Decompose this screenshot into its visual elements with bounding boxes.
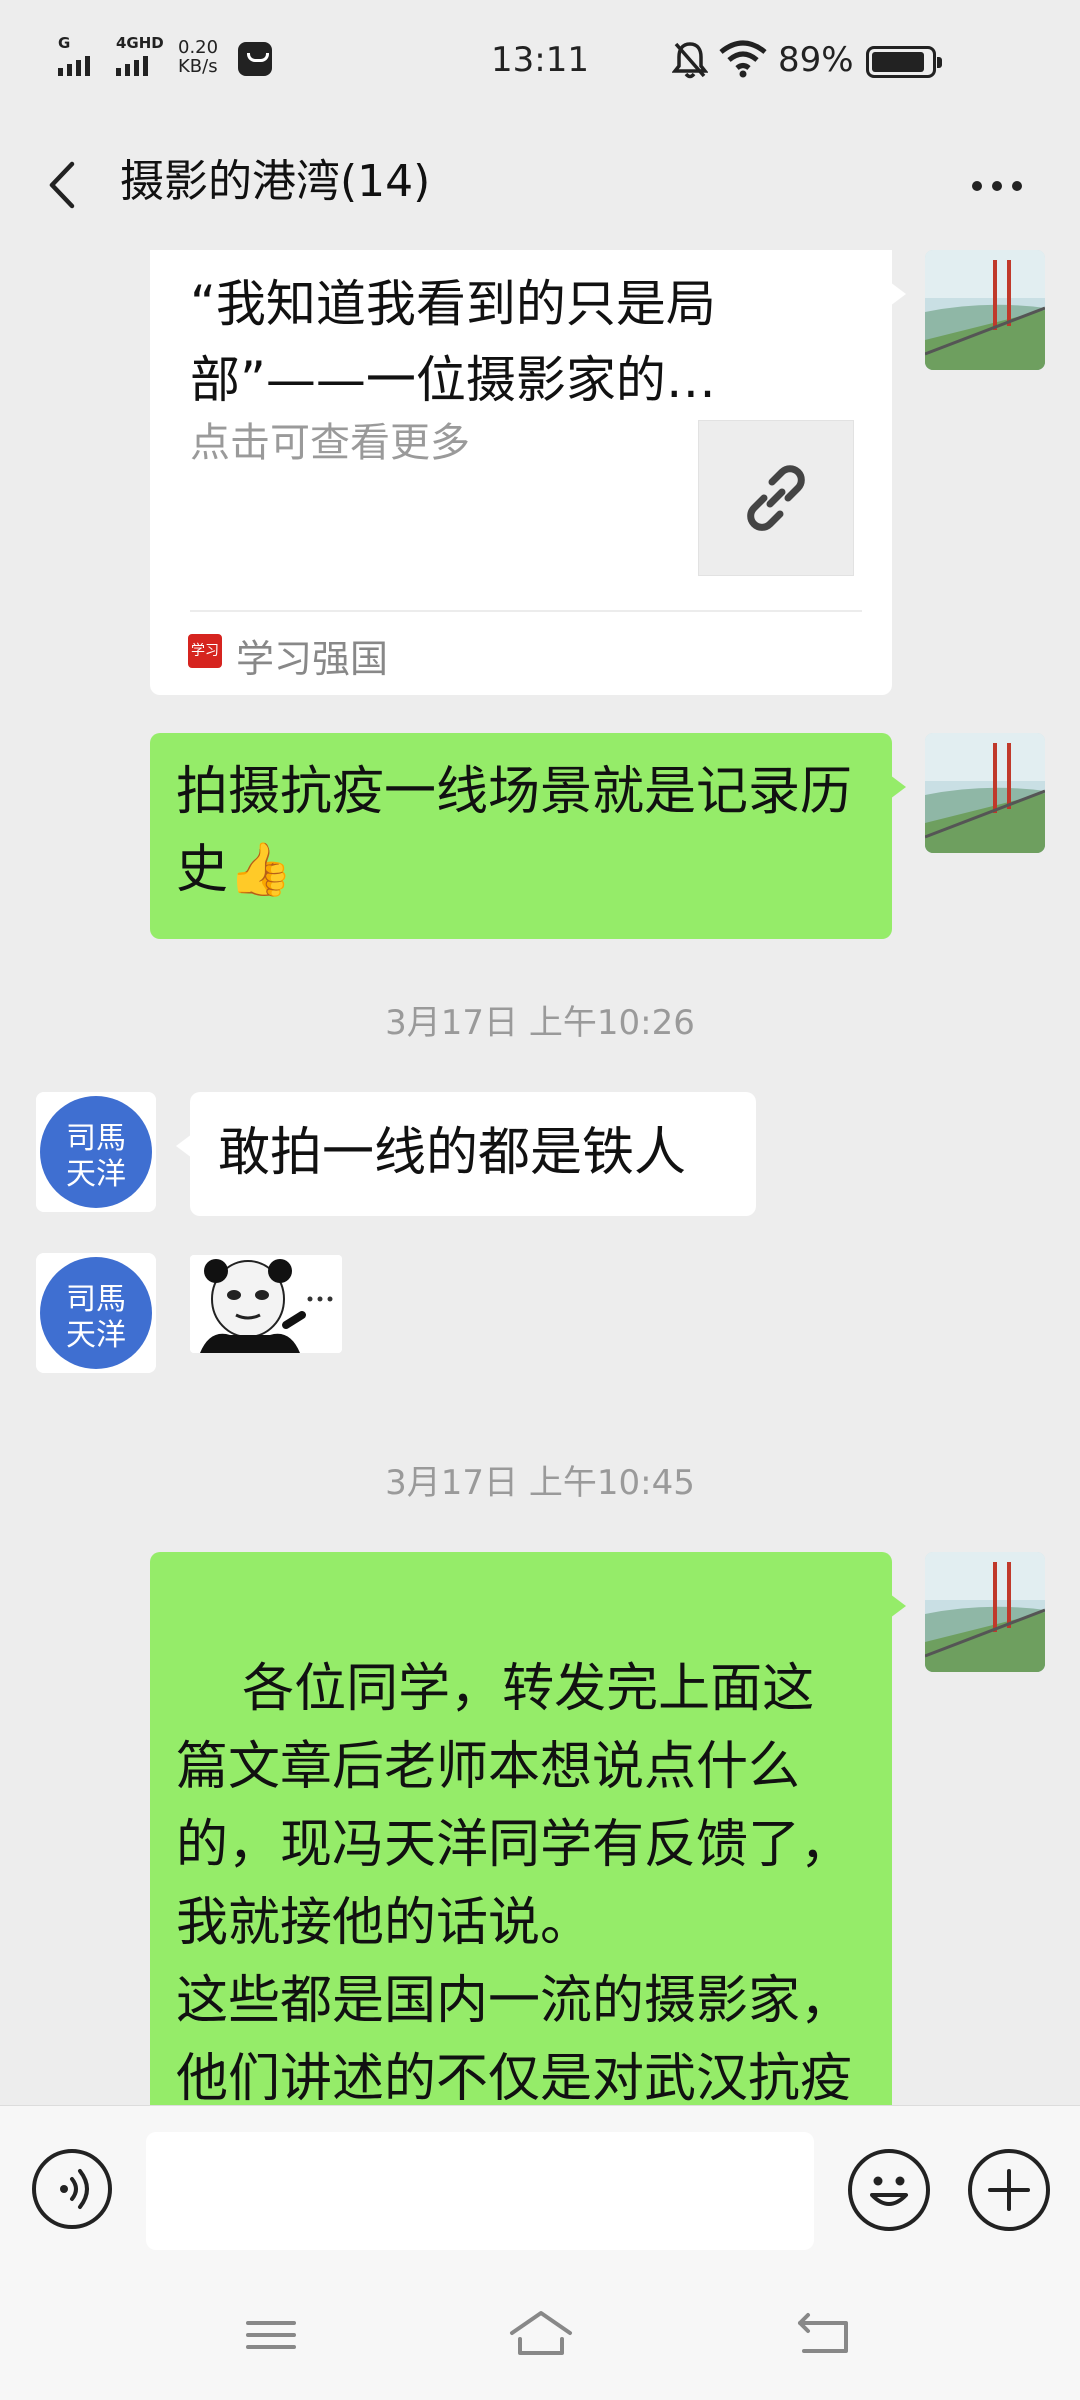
- user-avatar-seal: 司馬 天洋: [36, 1092, 156, 1212]
- message-text: 拍摄抗疫一线场景就是记录历史👍: [176, 762, 853, 900]
- link-card-description: 点击可查看更多: [190, 420, 470, 466]
- battery-percent: 89%: [778, 40, 854, 80]
- link-card-thumbnail: [698, 420, 854, 576]
- user-avatar-seal: 司馬 天洋: [36, 1253, 156, 1373]
- panda-meme-sticker: [190, 1255, 342, 1353]
- chevron-left-icon[interactable]: [40, 156, 90, 214]
- avatar-text-bottom: 天洋: [66, 1318, 126, 1353]
- message-text: 各位同学，转发完上面这篇文章后老师本想说点什么的，现冯天洋同学有反馈了，我就接他…: [176, 1659, 853, 2105]
- message-input[interactable]: [146, 2132, 814, 2250]
- avatar-self[interactable]: [925, 250, 1045, 370]
- plus-icon: [988, 2169, 1030, 2211]
- bridge-photo: [925, 733, 1045, 853]
- message-text: 敢拍一线的都是铁人: [218, 1123, 687, 1183]
- avatar-self[interactable]: [925, 1552, 1045, 1672]
- avatar-other[interactable]: 司馬 天洋: [36, 1253, 156, 1373]
- wifi-icon: [719, 40, 767, 78]
- link-card-title: “我知道我看到的只是局部”——一位摄影家的…: [190, 275, 716, 409]
- link-card-message[interactable]: “我知道我看到的只是局部”——一位摄影家的… 点击可查看更多 学习 学习强国: [150, 250, 906, 695]
- bridge-photo: [925, 1552, 1045, 1672]
- avatar-other[interactable]: 司馬 天洋: [36, 1092, 156, 1212]
- message-timestamp: 3月17日 上午10:26: [385, 1003, 695, 1043]
- voice-icon: [60, 2169, 89, 2209]
- system-nav-bar: [0, 2275, 1080, 2400]
- status-bar: G 4GHD 0.20 KB/s 13:11 89%: [0, 0, 1080, 120]
- message-bubble-self[interactable]: 各位同学，转发完上面这篇文章后老师本想说点什么的，现冯天洋同学有反馈了，我就接他…: [150, 1552, 906, 2105]
- message-bubble-self[interactable]: 拍摄抗疫一线场景就是记录历史👍: [150, 733, 906, 939]
- chat-title: 摄影的港湾(14): [120, 156, 431, 207]
- avatar-self[interactable]: [925, 733, 1045, 853]
- menu-icon[interactable]: [236, 2305, 306, 2365]
- more-functions-button[interactable]: [968, 2149, 1050, 2231]
- link-icon: [747, 465, 805, 531]
- emoji-icon: [870, 2176, 908, 2206]
- message-bubble-other[interactable]: 敢拍一线的都是铁人: [176, 1092, 756, 1216]
- xuexi-logo-icon: 学习: [188, 634, 222, 668]
- home-icon[interactable]: [506, 2305, 576, 2365]
- link-card-divider: [190, 610, 862, 612]
- battery-icon: [866, 46, 942, 78]
- avatar-text-top: 司馬: [66, 1121, 126, 1156]
- voice-button[interactable]: [32, 2149, 112, 2229]
- avatar-text-top: 司馬: [66, 1282, 126, 1317]
- more-dots-icon[interactable]: [962, 164, 1032, 208]
- bridge-photo: [925, 250, 1045, 370]
- mute-bell-icon: [672, 42, 708, 79]
- back-icon[interactable]: [790, 2305, 860, 2365]
- chat-header: 摄影的港湾(14): [0, 120, 1080, 250]
- message-timestamp: 3月17日 上午10:45: [385, 1463, 695, 1503]
- link-card-source: 学习强国: [236, 637, 389, 681]
- emoji-button[interactable]: [848, 2149, 930, 2231]
- avatar-text-bottom: 天洋: [66, 1157, 126, 1192]
- input-bar: [0, 2105, 1080, 2275]
- chat-messages[interactable]: “我知道我看到的只是局部”——一位摄影家的… 点击可查看更多 学习 学习强国 拍…: [0, 250, 1080, 2105]
- sticker-message[interactable]: [190, 1255, 342, 1353]
